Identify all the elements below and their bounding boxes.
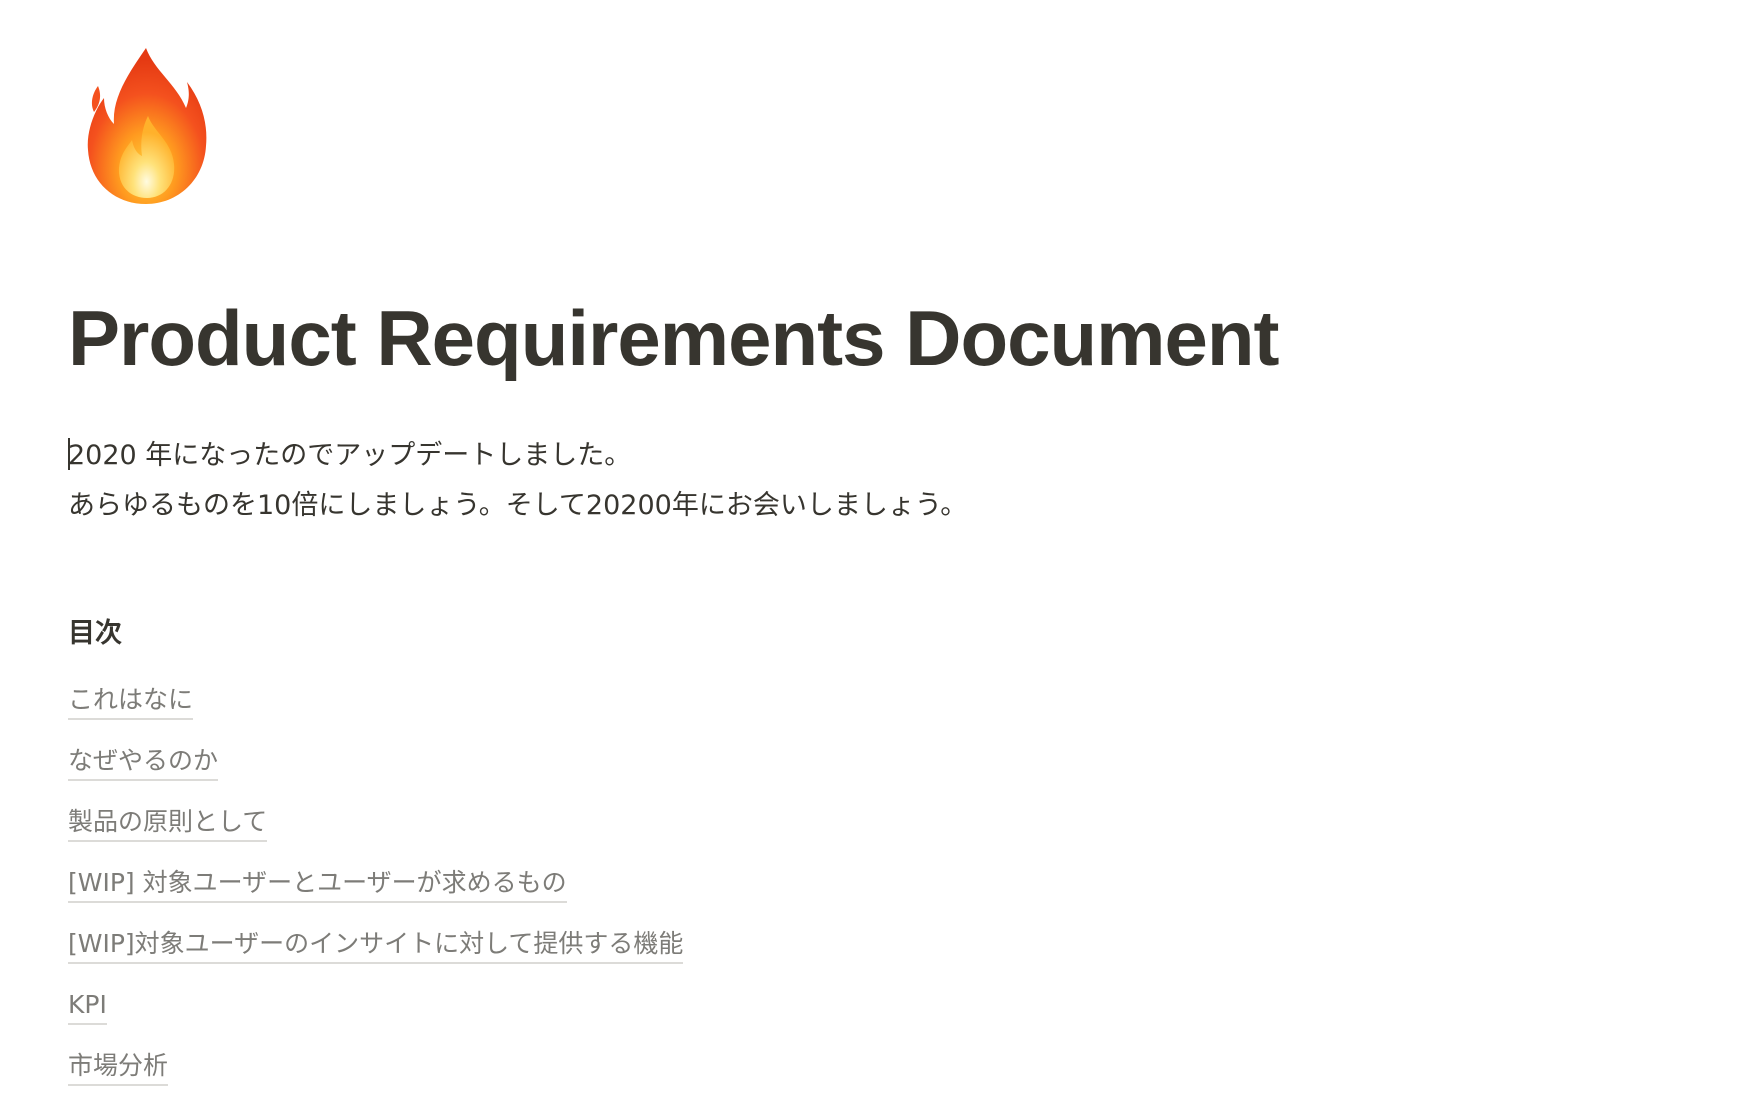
fire-icon[interactable] bbox=[84, 46, 210, 206]
page-content: Product Requirements Document 2020 年になった… bbox=[68, 0, 1668, 1096]
toc-item: [WIP] 対象ユーザーとユーザーが求めるもの bbox=[68, 865, 683, 926]
toc-link-why[interactable]: なぜやるのか bbox=[68, 743, 219, 781]
intro-line-1[interactable]: 2020 年になったのでアップデートしました。 bbox=[68, 431, 967, 481]
toc-item: 市場分析 bbox=[68, 1048, 683, 1096]
toc-link-kpi[interactable]: KPI bbox=[68, 987, 107, 1025]
intro-line-2[interactable]: あらゆるものを10倍にしましょう。そして20200年にお会いしましょう。 bbox=[68, 481, 967, 531]
toc-link-what-is-this[interactable]: これはなに bbox=[68, 682, 194, 720]
table-of-contents: これはなに なぜやるのか 製品の原則として [WIP] 対象ユーザーとユーザーが… bbox=[68, 682, 684, 1096]
toc-item: [WIP]対象ユーザーのインサイトに対して提供する機能 bbox=[68, 926, 684, 987]
toc-item: なぜやるのか bbox=[68, 743, 683, 804]
toc-item: KPI bbox=[68, 987, 683, 1048]
toc-item: 製品の原則として bbox=[68, 804, 683, 865]
intro-line-1-text: 2020 年になったのでアップデートしました。 bbox=[68, 440, 632, 471]
toc-link-product-principles[interactable]: 製品の原則として bbox=[68, 804, 268, 842]
page-title[interactable]: Product Requirements Document bbox=[68, 288, 1280, 388]
toc-item: これはなに bbox=[68, 682, 683, 743]
toc-link-market-analysis[interactable]: 市場分析 bbox=[68, 1048, 169, 1086]
fire-emoji-graphic bbox=[87, 48, 207, 204]
toc-link-target-users[interactable]: [WIP] 対象ユーザーとユーザーが求めるもの bbox=[68, 865, 567, 903]
toc-link-features-for-insights[interactable]: [WIP]対象ユーザーのインサイトに対して提供する機能 bbox=[68, 926, 684, 964]
toc-heading: 目次 bbox=[68, 618, 122, 649]
intro-text-block[interactable]: 2020 年になったのでアップデートしました。 あらゆるものを10倍にしましょう… bbox=[68, 431, 967, 531]
